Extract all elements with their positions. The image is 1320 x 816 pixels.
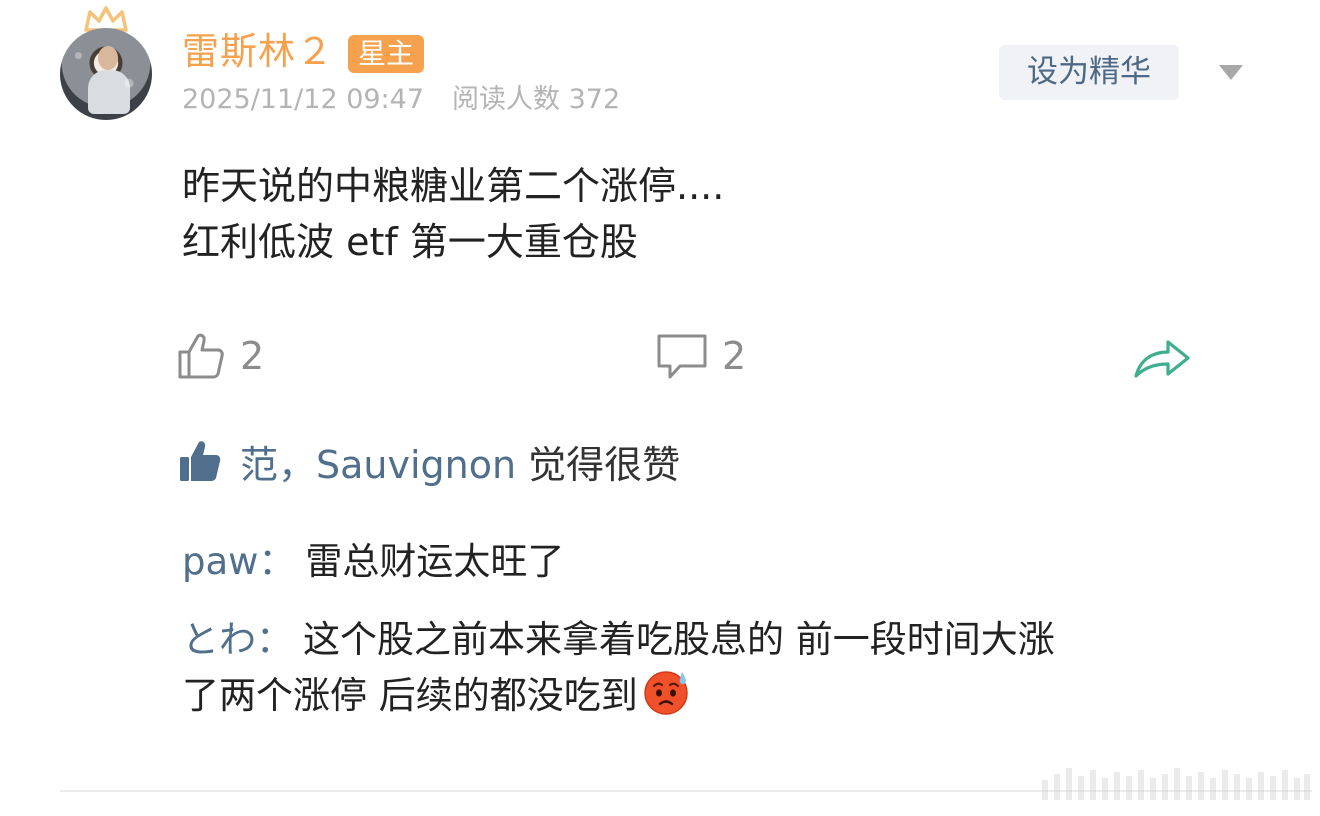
post-meta: 2025/11/12 09:47 阅读人数 372 [182,82,620,118]
post-content: 昨天说的中粮糖业第二个涨停.... 红利低波 etf 第一大重仓股 [182,158,1262,270]
sweat-face-emoji [644,671,688,715]
comment-author[interactable]: とわ [182,618,256,661]
read-count: 阅读人数 372 [452,84,621,115]
post-line: 红利低波 etf 第一大重仓股 [182,220,638,264]
thumbs-up-icon [178,333,224,379]
watermark-icon [1042,768,1310,800]
comment-line: とわ： 这个股之前本来拿着吃股息的 前一段时间大涨 [182,612,1242,668]
comment-colon: ： [258,540,296,583]
post-line: 昨天说的中粮糖业第二个涨停.... [182,164,725,208]
like-button[interactable]: 2 [176,330,264,382]
avatar[interactable] [60,28,152,120]
comment-text: 雷总财运太旺了 [305,540,565,583]
comment-text: 这个股之前本来拿着吃股息的 前一段时间大涨 [303,618,1055,661]
comment-button[interactable]: 2 [656,330,746,382]
thumbs-up-filled-icon [180,441,221,481]
timestamp: 2025/11/12 09:47 [182,84,425,115]
liker-names[interactable]: 范，Sauvignon [240,434,516,489]
owner-badge: 星主 [348,35,425,73]
set-featured-button[interactable]: 设为精华 [999,45,1179,100]
comment-item[interactable]: とわ： 这个股之前本来拿着吃股息的 前一段时间大涨 了两个涨停 后续的都没吃到 [182,612,1242,724]
chevron-down-icon[interactable] [1218,63,1244,81]
comment-author[interactable]: paw [182,540,258,583]
liked-suffix: 觉得很赞 [528,442,681,487]
username[interactable]: 雷斯林２ [182,30,334,74]
share-arrow-icon[interactable] [1132,334,1192,380]
liked-by-line: 范，Sauvignon 觉得很赞 [178,434,680,488]
comment-count: 2 [722,334,747,378]
comment-colon: ： [256,618,293,661]
comment-line: 了两个涨停 后续的都没吃到 [182,668,1242,724]
comment-text-continued: 了两个涨停 后续的都没吃到 [182,674,638,717]
comment-icon [657,334,707,379]
comment-item[interactable]: paw： 雷总财运太旺了 [182,534,1242,590]
like-count: 2 [240,334,265,378]
